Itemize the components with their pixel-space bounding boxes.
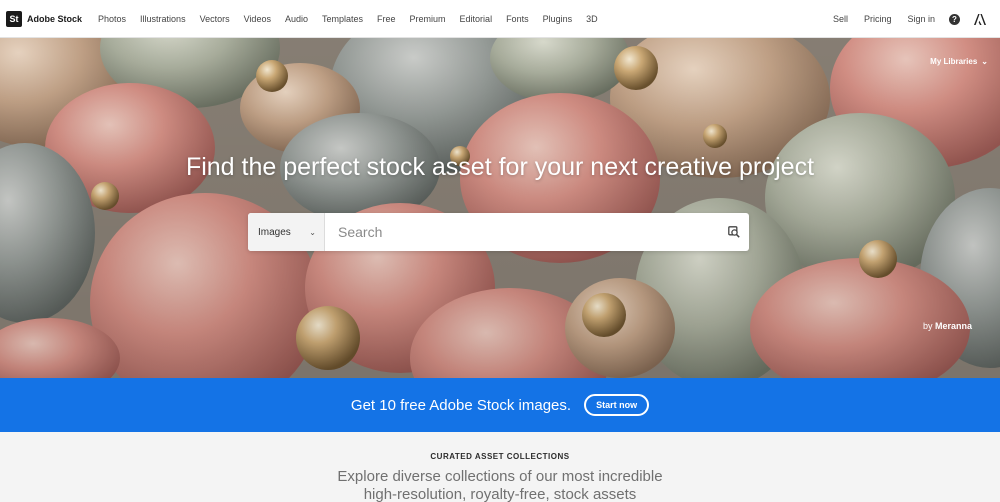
search-input[interactable] — [325, 214, 719, 250]
curated-collections-section: CURATED ASSET COLLECTIONS Explore divers… — [0, 432, 1000, 502]
nav-link-premium[interactable]: Premium — [410, 14, 446, 24]
nav-link-3d[interactable]: 3D — [586, 14, 598, 24]
start-now-button[interactable]: Start now — [584, 394, 650, 416]
hero-section: My Libraries ⌄ Find the perfect stock as… — [0, 38, 1000, 378]
nav-link-audio[interactable]: Audio — [285, 14, 308, 24]
credit-prefix: by — [922, 321, 933, 331]
account-nav: Sell Pricing Sign in ? — [817, 0, 986, 38]
collections-eyebrow: CURATED ASSET COLLECTIONS — [430, 452, 570, 461]
free-images-promo-banner: Get 10 free Adobe Stock images. Start no… — [0, 378, 1000, 432]
brand-logo-link[interactable]: St Adobe Stock — [6, 10, 83, 27]
image-credit: by Meranna — [923, 321, 972, 331]
nav-link-pricing[interactable]: Pricing — [864, 14, 892, 24]
help-icon[interactable]: ? — [949, 13, 960, 25]
nav-link-sell[interactable]: Sell — [833, 14, 848, 24]
nav-link-free[interactable]: Free — [377, 14, 396, 24]
collections-description: Explore diverse collections of our most … — [0, 468, 1000, 502]
nav-link-videos[interactable]: Videos — [244, 14, 271, 24]
top-navigation: St Adobe Stock Photos Illustrations Vect… — [0, 0, 1000, 38]
nav-link-illustrations[interactable]: Illustrations — [140, 14, 186, 24]
chevron-down-icon: ⌄ — [981, 57, 988, 66]
brand-name: Adobe Stock — [27, 13, 83, 24]
my-libraries-label: My Libraries — [930, 57, 978, 66]
nav-link-editorial[interactable]: Editorial — [460, 14, 493, 24]
promo-text: Get 10 free Adobe Stock images. — [350, 396, 572, 414]
category-nav: Photos Illustrations Vectors Videos Audi… — [98, 14, 612, 24]
nav-link-fonts[interactable]: Fonts — [506, 14, 529, 24]
chevron-down-icon: ⌄ — [309, 227, 316, 237]
asset-type-selected: Images — [258, 226, 291, 238]
sign-in-link[interactable]: Sign in — [907, 14, 935, 24]
nav-link-plugins[interactable]: Plugins — [543, 14, 573, 24]
nav-link-templates[interactable]: Templates — [322, 14, 363, 24]
nav-link-vectors[interactable]: Vectors — [200, 14, 230, 24]
nav-link-photos[interactable]: Photos — [98, 14, 126, 24]
search-bar: Images ⌄ — [248, 213, 749, 251]
adobe-stock-logo-icon: St — [6, 10, 22, 27]
credit-author-link[interactable]: Meranna — [935, 321, 972, 331]
asset-type-dropdown[interactable]: Images ⌄ — [248, 213, 325, 251]
my-libraries-button[interactable]: My Libraries ⌄ — [930, 57, 988, 66]
collections-description-line-2: high-resolution, royalty-free, stock ass… — [363, 486, 637, 502]
adobe-logo-icon[interactable] — [974, 13, 986, 25]
visual-search-icon[interactable] — [719, 213, 749, 251]
collections-description-line-1: Explore diverse collections of our most … — [337, 468, 663, 485]
hero-title: Find the perfect stock asset for your ne… — [185, 153, 815, 181]
hero-background-image — [0, 38, 1000, 378]
